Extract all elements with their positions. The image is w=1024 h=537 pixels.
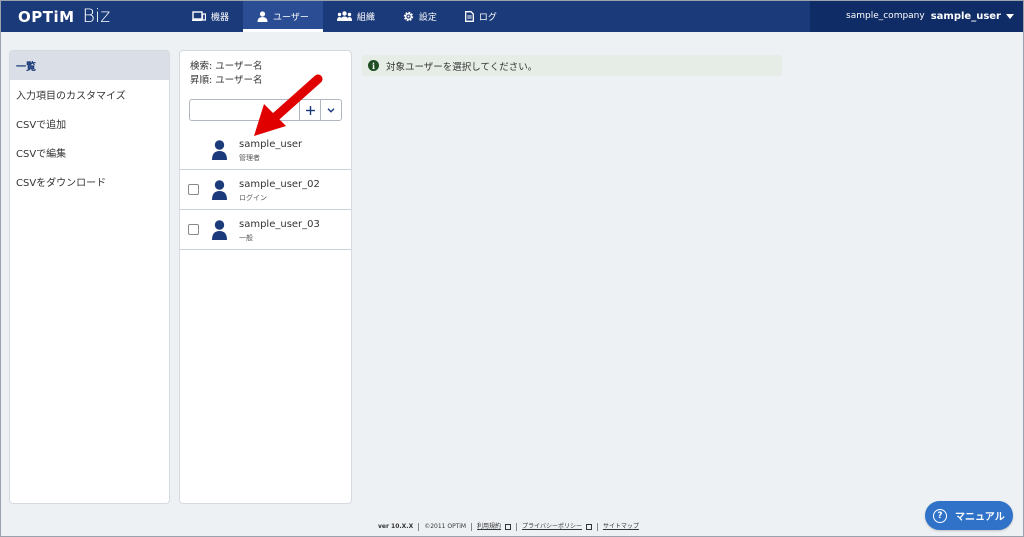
nav-users-label: ユーザー: [273, 12, 309, 23]
manual-button[interactable]: ? マニュアル: [925, 501, 1013, 530]
logo-sub: Biz: [82, 5, 111, 27]
sidebar-item-label: CSVをダウンロード: [16, 178, 107, 189]
user-name: sample_user_02: [239, 179, 320, 190]
user-role: ログイン: [239, 194, 267, 202]
main-nav: 機器 ユーザー 組織 設定 ログ: [178, 0, 511, 32]
logo-main: OPTiM: [18, 8, 75, 26]
gear-icon: [403, 11, 414, 21]
terms-link-wrap: 利用規約: [472, 523, 518, 531]
nav-devices-label: 機器: [211, 12, 230, 23]
user-icon: [257, 10, 268, 22]
device-icon: [192, 11, 206, 21]
user-name: sample_user_03: [239, 219, 320, 230]
external-link-icon: [505, 523, 512, 530]
nav-organization[interactable]: 組織: [323, 0, 389, 32]
manual-button-label: マニュアル: [955, 512, 1005, 523]
user-checkbox[interactable]: [188, 184, 199, 195]
version-text: ver 10.X.X: [378, 523, 420, 531]
account-menu[interactable]: sample_company sample_user: [810, 0, 1024, 32]
organization-icon: [336, 11, 352, 21]
terms-link[interactable]: 利用規約: [477, 523, 501, 530]
sidebar-item-csv-download[interactable]: CSVをダウンロード: [10, 167, 169, 196]
question-icon: ?: [933, 508, 947, 523]
person-icon: [212, 139, 227, 160]
sidebar-item-csv-add[interactable]: CSVで追加: [10, 109, 169, 138]
more-options-button[interactable]: [321, 99, 342, 121]
user-role: 管理者: [239, 154, 260, 162]
sidebar-menu: 一覧 入力項目のカスタマイズ CSVで追加 CSVで編集 CSVをダウンロード: [9, 50, 170, 504]
copyright-text: ©2011 OPTiM: [419, 523, 473, 531]
nav-devices[interactable]: 機器: [178, 0, 243, 32]
info-icon: i: [368, 60, 379, 71]
sidebar-item-label: CSVで追加: [16, 120, 67, 131]
nav-log[interactable]: ログ: [451, 0, 511, 32]
user-list-item[interactable]: sample_user_02 ログイン: [180, 170, 351, 210]
search-label: 検索: ユーザー名: [190, 61, 263, 72]
optim-biz-logo[interactable]: OPTiM Biz: [18, 5, 110, 27]
nav-settings[interactable]: 設定: [389, 0, 451, 32]
footer: ver 10.X.X ©2011 OPTiM 利用規約 プライバシーポリシー サ…: [378, 523, 644, 531]
sidebar-item-csv-edit[interactable]: CSVで編集: [10, 138, 169, 167]
user-list-item[interactable]: sample_user_03 一般: [180, 210, 351, 250]
nav-log-label: ログ: [478, 12, 497, 23]
sidebar-item-customize-fields[interactable]: 入力項目のカスタマイズ: [10, 80, 169, 109]
info-banner: i 対象ユーザーを選択してください。: [362, 55, 782, 76]
privacy-link-wrap: プライバシーポリシー: [517, 523, 598, 531]
sidebar-item-list[interactable]: 一覧: [10, 51, 169, 80]
user-role: 一般: [239, 234, 253, 242]
company-name: sample_company: [846, 11, 925, 21]
sitemap-link-wrap: サイトマップ: [598, 523, 644, 531]
sidebar-item-label: 入力項目のカスタマイズ: [16, 91, 126, 102]
person-icon: [212, 219, 227, 240]
chevron-down-icon: [327, 107, 335, 113]
sidebar-item-label: CSVで編集: [16, 149, 67, 160]
log-icon: [464, 10, 474, 22]
nav-users[interactable]: ユーザー: [243, 0, 323, 32]
sitemap-link[interactable]: サイトマップ: [603, 523, 639, 530]
caret-down-icon: [1006, 13, 1014, 19]
annotation-arrow-icon: [254, 74, 323, 136]
external-link-icon: [585, 523, 592, 530]
nav-settings-label: 設定: [418, 12, 437, 23]
sidebar-item-label: 一覧: [16, 62, 36, 73]
user-checkbox[interactable]: [188, 224, 199, 235]
account-user-name: sample_user: [930, 10, 1001, 22]
info-message: 対象ユーザーを選択してください。: [386, 61, 538, 73]
privacy-link[interactable]: プライバシーポリシー: [522, 523, 582, 530]
top-header: OPTiM Biz 機器 ユーザー 組織 設定 ログ sample_compan…: [0, 0, 1024, 32]
person-icon: [212, 179, 227, 200]
nav-organization-label: 組織: [356, 12, 375, 23]
